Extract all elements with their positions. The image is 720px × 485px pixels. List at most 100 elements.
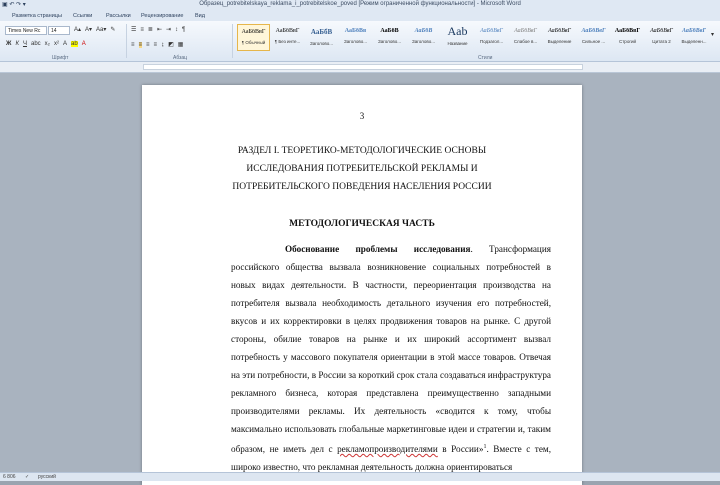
style-preview: АаБбВвГ — [480, 28, 503, 34]
tab-review[interactable]: Рецензирование — [141, 13, 183, 19]
style-preview: АаБбВвГ — [275, 28, 300, 34]
style-label: ¶ Без инте... — [274, 39, 301, 44]
styles-more-icon[interactable]: ▾ — [711, 31, 714, 38]
style-title[interactable]: Aab Название — [441, 24, 474, 51]
group-font-label: Шрифт — [52, 55, 69, 61]
shrink-font-icon[interactable]: A▾ — [85, 26, 92, 33]
separator — [232, 24, 233, 58]
style-label: Заголово... — [412, 39, 435, 44]
clear-format-icon[interactable]: ✎ — [110, 26, 115, 33]
style-label: Строгий — [619, 39, 636, 44]
style-label: Заголово... — [310, 41, 333, 46]
borders-icon[interactable]: ▦ — [178, 41, 184, 48]
decrease-indent-icon[interactable]: ⇤ — [157, 26, 162, 33]
style-preview: АаБбВвГ — [650, 28, 673, 34]
style-intense-quote[interactable]: АаБбВвГ Выделенн... — [679, 24, 709, 51]
change-case-icon[interactable]: Aa▾ — [96, 26, 106, 33]
spelling-icon[interactable]: ✓ — [25, 474, 29, 480]
document-canvas: 3 РАЗДЕЛ I. ТЕОРЕТИКО-МЕТОДОЛОГИЧЕСКИЕ О… — [0, 73, 720, 485]
style-label: Подзагол... — [479, 39, 504, 44]
font-format-buttons: Ж К Чabc x₂ x² Aab A — [6, 41, 90, 47]
style-label: Заголово... — [378, 39, 401, 44]
increase-indent-icon[interactable]: ⇥ — [166, 26, 171, 33]
style-label: Заголово... — [344, 39, 367, 44]
style-preview: АаБбВвГ — [681, 28, 707, 34]
horizontal-ruler[interactable] — [0, 62, 720, 73]
font-size-box[interactable]: 14 — [48, 26, 70, 35]
tab-mailings[interactable]: Рассылки — [106, 13, 131, 19]
sort-icon[interactable]: ↕ — [175, 27, 178, 33]
style-normal[interactable]: АаБбВвГ ¶ Обычный — [237, 24, 270, 51]
style-preview: АаБбВвГ — [548, 28, 571, 34]
chapter-heading-line-3: ПОТРЕБИТЕЛЬСКОГО ПОВЕДЕНИЯ НАСЕЛЕНИЯ РОС… — [232, 182, 492, 192]
text-effects-icon[interactable]: A — [63, 41, 67, 47]
style-quote-2[interactable]: АаБбВвГ Цитата 2 — [645, 24, 678, 51]
tab-view[interactable]: Вид — [195, 13, 205, 19]
bullets-icon[interactable]: ☰ — [131, 26, 136, 33]
style-preview: АаБбВв — [344, 28, 367, 34]
style-label: Выделение — [547, 39, 572, 44]
list-buttons: ☰ ≡ ≣ ⇤ ⇥ ↕ ¶ — [131, 26, 189, 33]
style-preview: Aab — [447, 24, 468, 38]
ribbon-tabs: Разметка страницы Ссылки Рассылки Реценз… — [0, 10, 720, 21]
style-label: Слабое в... — [513, 39, 538, 44]
shading-icon[interactable]: ◩ — [168, 41, 174, 48]
body-paragraph: Обоснование проблемы исследования. Транс… — [231, 240, 551, 476]
style-heading-3[interactable]: АаБбВ Заголово... — [373, 24, 406, 51]
chapter-heading-line-1: РАЗДЕЛ I. ТЕОРЕТИКО-МЕТОДОЛОГИЧЕСКИЕ ОСН… — [237, 146, 487, 156]
style-label: Сильное ... — [581, 39, 606, 44]
group-styles-label: Стили — [478, 55, 493, 61]
misspelled-word: рекламопроизводителями — [337, 444, 438, 455]
style-label: Выделенн... — [681, 39, 707, 44]
italic-icon[interactable]: К — [15, 41, 19, 47]
document-page[interactable]: 3 РАЗДЕЛ I. ТЕОРЕТИКО-МЕТОДОЛОГИЧЕСКИЕ О… — [142, 85, 582, 485]
bold-icon[interactable]: Ж — [6, 41, 11, 47]
align-buttons: ≡ ≡ ≡ ≡ ↨ ◩ ▦ — [131, 41, 187, 48]
style-heading-1[interactable]: АаБбВ Заголово... — [305, 24, 338, 51]
style-subtitle[interactable]: АаБбВвГ Подзагол... — [475, 24, 508, 51]
highlight-icon[interactable]: ab — [71, 41, 78, 47]
style-subtle-emphasis[interactable]: АаБбВвГ Слабое в... — [509, 24, 542, 51]
numbering-icon[interactable]: ≡ — [140, 27, 144, 33]
superscript-icon[interactable]: x² — [54, 41, 59, 47]
style-label: Название — [447, 41, 468, 46]
paragraph-text: в России» — [437, 444, 484, 455]
font-name-box[interactable]: Times New Rc — [5, 26, 47, 35]
style-no-spacing[interactable]: АаБбВвГ ¶ Без инте... — [271, 24, 304, 51]
separator — [126, 24, 127, 58]
style-emphasis[interactable]: АаБбВвГ Выделение — [543, 24, 576, 51]
window-title: Образец_potrebitelskaya_reklama_i_potreb… — [199, 1, 521, 7]
strikethrough-icon[interactable]: abc — [31, 41, 41, 47]
font-color-icon[interactable]: A — [82, 41, 86, 47]
style-heading-2[interactable]: АаБбВв Заголово... — [339, 24, 372, 51]
style-preview: АаБбВвГ — [514, 28, 537, 34]
line-spacing-icon[interactable]: ↨ — [161, 42, 164, 48]
style-preview: АаБбВвГ — [241, 29, 266, 35]
align-right-icon[interactable]: ≡ — [146, 42, 150, 48]
show-marks-icon[interactable]: ¶ — [182, 27, 185, 33]
style-intense-emphasis[interactable]: АаБбВвГ Сильное ... — [577, 24, 610, 51]
tab-references[interactable]: Ссылки — [73, 13, 92, 19]
ribbon: Times New Rc 14 A▴ A▾ Aa▾ ✎ Ж К Чabc x₂ x² Aab A … — [0, 21, 720, 62]
style-preview: АаБбВ — [414, 28, 433, 34]
style-label: Цитата 2 — [652, 39, 671, 44]
word-count[interactable]: 6 806 — [3, 474, 16, 480]
style-heading-4[interactable]: АаБбВ Заголово... — [407, 24, 440, 51]
paragraph-lead: Обоснование проблемы исследования — [285, 244, 471, 254]
style-strong[interactable]: АаБбВвГ Строгий — [611, 24, 644, 51]
page-number: 3 — [359, 111, 365, 121]
style-preview: АаБбВвГ — [581, 28, 606, 34]
tab-page-layout[interactable]: Разметка страницы — [12, 13, 62, 19]
multilevel-icon[interactable]: ≣ — [148, 26, 153, 33]
align-left-icon[interactable]: ≡ — [131, 42, 135, 48]
chapter-heading-line-2: ИССЛЕДОВАНИЯ ПОТРЕБИТЕЛЬСКОЙ РЕКЛАМЫ И — [246, 164, 478, 174]
grow-font-icon[interactable]: A▴ — [74, 26, 81, 33]
align-center-icon[interactable]: ≡ — [138, 42, 143, 48]
title-bar: ▣ ↶ ↷ ▾ Образец_potrebitelskaya_reklama_… — [0, 0, 720, 10]
underline-icon[interactable]: Ч — [23, 41, 27, 47]
justify-icon[interactable]: ≡ — [154, 42, 158, 48]
ruler-scale — [143, 64, 583, 70]
subscript-icon[interactable]: x₂ — [45, 41, 50, 47]
section-title: МЕТОДОЛОГИЧЕСКАЯ ЧАСТЬ — [289, 219, 435, 229]
language-indicator[interactable]: русский — [38, 474, 56, 480]
